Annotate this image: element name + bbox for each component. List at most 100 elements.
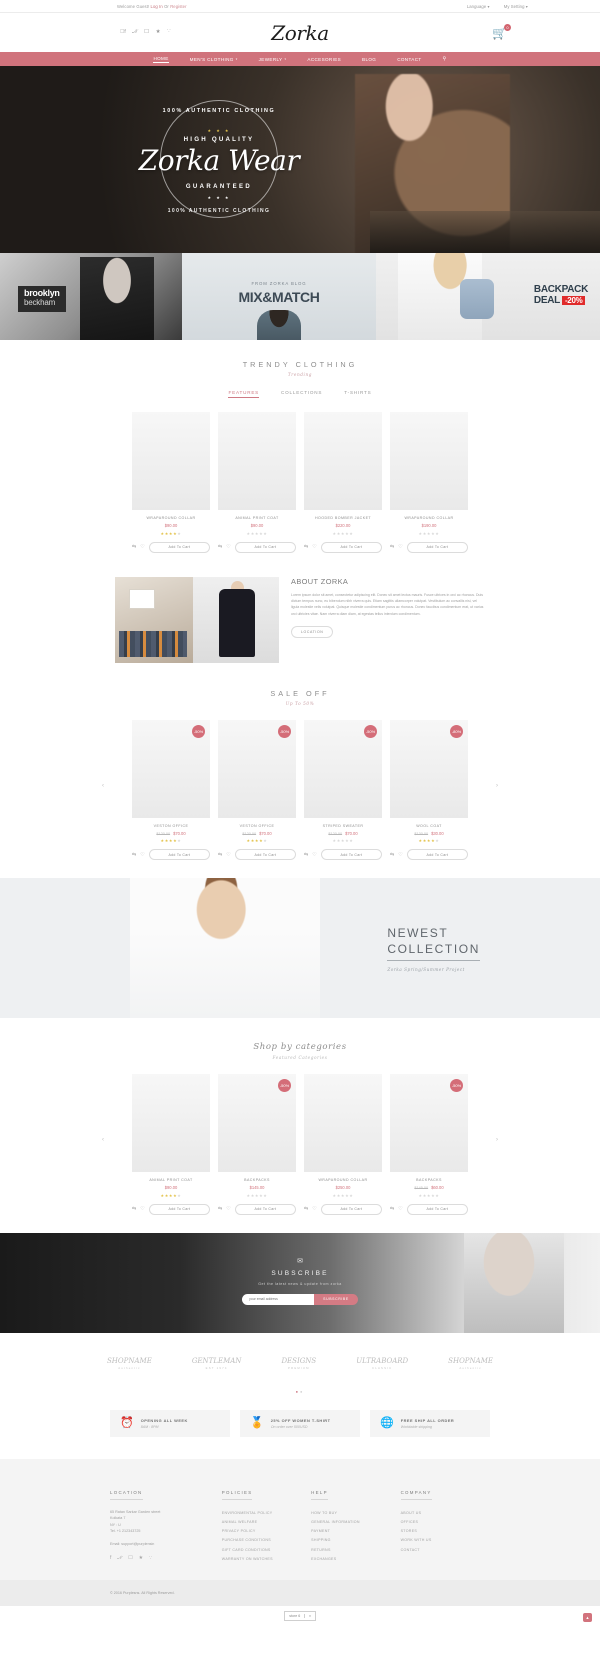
nav-item-men-s-clothing[interactable]: MEN'S CLOTHING ▾ <box>190 57 238 62</box>
brand-logo[interactable]: DESIGNS PREMIUM <box>281 1357 316 1370</box>
product-card[interactable]: WRAPAROUND COLLAR $250.00 ★★★★★ ⇆ ♡ Add To Ca… <box>304 1074 382 1215</box>
compare-icon[interactable]: ⇆ <box>304 1206 308 1212</box>
product-card[interactable]: -80% WOOL COAT $130.00 $30.00 ★★★★★ ⇆ ♡ Add To … <box>390 719 468 860</box>
nav-item-blog[interactable]: BLOG <box>362 57 376 62</box>
search-icon[interactable]: ⚲ <box>443 56 447 62</box>
add-to-cart-button[interactable]: Add To Cart <box>406 1203 468 1215</box>
footer-link[interactable]: PAYMENT <box>311 1527 400 1536</box>
brand-logo[interactable]: GENTLEMAN EST 1974 <box>192 1357 242 1370</box>
wishlist-heart-icon[interactable]: ♡ <box>226 544 230 550</box>
footer-link[interactable]: WARRANTY ON WATCHES <box>222 1555 311 1564</box>
nav-item-contact[interactable]: CONTACT <box>397 57 421 62</box>
categories-next-arrow[interactable]: › <box>496 1137 498 1143</box>
twitter-icon[interactable]: 𝒩 <box>132 29 137 36</box>
brand-carousel-dots[interactable]: ●● <box>0 1389 600 1402</box>
product-thumbnail[interactable]: -50% <box>218 1074 296 1172</box>
product-thumbnail[interactable]: -50% <box>218 719 296 818</box>
compare-icon[interactable]: ⇆ <box>132 544 136 550</box>
product-thumbnail[interactable]: -50% <box>304 719 382 818</box>
tab-features[interactable]: FEATURES <box>228 390 260 398</box>
product-card[interactable]: WRAPAROUND COLLAR $190.00 ★★★★★ ⇆ ♡ Add To Ca… <box>390 412 468 553</box>
categories-prev-arrow[interactable]: ‹ <box>102 1137 104 1143</box>
subscribe-submit-button[interactable]: SUBSCRIBE <box>314 1293 358 1305</box>
compare-icon[interactable]: ⇆ <box>390 852 394 858</box>
product-thumbnail[interactable] <box>132 412 210 510</box>
product-card[interactable]: -50% STRIPED SWEATER $120.00 $70.00 ★★★★★ ⇆ ♡ A… <box>304 719 382 860</box>
footer-link[interactable]: ABOUT US <box>401 1509 490 1518</box>
facebook-icon[interactable]: f <box>110 1555 111 1561</box>
add-to-cart-button[interactable]: Add To Cart <box>406 541 468 553</box>
product-card[interactable]: -50% BACKPACKS $145.00 $60.00 ★★★★★ ⇆ ♡ Add To … <box>390 1074 468 1215</box>
saleoff-next-arrow[interactable]: › <box>496 783 498 789</box>
footer-link[interactable]: CONTACT <box>401 1546 490 1555</box>
wishlist-heart-icon[interactable]: ♡ <box>226 852 230 858</box>
vk-icon[interactable]: ★ <box>139 1555 143 1561</box>
add-to-cart-button[interactable]: Add To Cart <box>234 1203 296 1215</box>
compare-icon[interactable]: ⇆ <box>390 1206 394 1212</box>
tab-t-shirts[interactable]: T-SHIRTS <box>344 390 371 398</box>
carousel-dot[interactable]: ● <box>300 1389 304 1394</box>
wishlist-heart-icon[interactable]: ♡ <box>140 1206 144 1212</box>
compare-icon[interactable]: ⇆ <box>390 544 394 550</box>
add-to-cart-button[interactable]: Add To Cart <box>148 849 210 860</box>
product-card[interactable]: ANIMAL PRINT COAT $90.00 ★★★★★ ⇆ ♡ Add To Car… <box>132 1074 210 1215</box>
nav-item-jewerly[interactable]: JEWERLY ▾ <box>259 57 287 62</box>
compare-icon[interactable]: ⇆ <box>304 544 308 550</box>
product-thumbnail[interactable]: -50% <box>132 719 210 818</box>
add-to-cart-button[interactable]: Add To Cart <box>320 541 382 553</box>
brand-logo[interactable]: SHOPNAME Authentic <box>107 1357 152 1370</box>
product-thumbnail[interactable]: -50% <box>390 1074 468 1172</box>
footer-link[interactable]: WORK WITH US <box>401 1536 490 1545</box>
instagram-icon[interactable]: ☐ <box>144 29 149 36</box>
promo-banner-mixmatch[interactable]: FROM ZORKA BLOG MIX&MATCH <box>182 253 376 340</box>
compare-icon[interactable]: ⇆ <box>218 544 222 550</box>
behance-icon[interactable]: ∵ <box>167 29 171 36</box>
wishlist-heart-icon[interactable]: ♡ <box>140 852 144 858</box>
product-thumbnail[interactable] <box>304 1074 382 1172</box>
product-card[interactable]: -50% BACKPACKS $145.00 ★★★★★ ⇆ ♡ Add To Cart <box>218 1074 296 1215</box>
wishlist-heart-icon[interactable]: ♡ <box>312 852 316 858</box>
wishlist-heart-icon[interactable]: ♡ <box>312 1206 316 1212</box>
nav-item-accesories[interactable]: ACCESORIES <box>307 57 341 62</box>
footer-link[interactable]: STORES <box>401 1527 490 1536</box>
product-card[interactable]: -50% VESTON OFFICE $120.00 $70.00 ★★★★★ ⇆ ♡ Add… <box>218 719 296 860</box>
wishlist-heart-icon[interactable]: ♡ <box>398 1206 402 1212</box>
add-to-cart-button[interactable]: Add To Cart <box>320 849 382 860</box>
wishlist-heart-icon[interactable]: ♡ <box>398 544 402 550</box>
nav-item-home[interactable]: HOME <box>153 56 169 63</box>
footer-link[interactable]: SHIPPING <box>311 1536 400 1545</box>
wishlist-heart-icon[interactable]: ♡ <box>398 852 402 858</box>
product-thumbnail[interactable] <box>218 412 296 510</box>
register-link[interactable]: Register <box>170 4 186 9</box>
add-to-cart-button[interactable]: Add To Cart <box>234 849 296 860</box>
footer-link[interactable]: ENVIRONMENTAL POLICY <box>222 1509 311 1518</box>
wishlist-heart-icon[interactable]: ♡ <box>312 544 316 550</box>
wishlist-heart-icon[interactable]: ♡ <box>226 1206 230 1212</box>
add-to-cart-button[interactable]: Add To Cart <box>148 1203 210 1215</box>
behance-icon[interactable]: ∵ <box>149 1555 152 1561</box>
cart-button[interactable]: 🛒 0 <box>492 23 511 41</box>
footer-link[interactable]: GIFT CARD CONDITIONS <box>222 1546 311 1555</box>
add-to-cart-button[interactable]: Add To Cart <box>320 1203 382 1215</box>
compare-icon[interactable]: ⇆ <box>132 852 136 858</box>
product-card[interactable]: ANIMAL PRINT COAT $90.00 ★★★★★ ⇆ ♡ Add To Car… <box>218 412 296 553</box>
footer-email[interactable]: Email: support@purplensin <box>110 1542 222 1546</box>
footer-link[interactable]: OFFICES <box>401 1518 490 1527</box>
product-thumbnail[interactable]: -80% <box>390 719 468 818</box>
product-thumbnail[interactable] <box>390 412 468 510</box>
twitter-icon[interactable]: 𝒩 <box>117 1555 122 1561</box>
add-to-cart-button[interactable]: Add To Cart <box>148 541 210 553</box>
compare-icon[interactable]: ⇆ <box>304 852 308 858</box>
footer-link[interactable]: EXCHANGES <box>311 1555 400 1564</box>
tab-collections[interactable]: COLLECTIONS <box>281 390 322 398</box>
about-location-button[interactable]: LOCATION <box>291 626 334 639</box>
saleoff-prev-arrow[interactable]: ‹ <box>102 783 104 789</box>
instagram-icon[interactable]: ☐ <box>128 1555 132 1561</box>
subscribe-email-input[interactable] <box>242 1293 315 1305</box>
back-to-top-button[interactable]: ▲ <box>583 1612 592 1622</box>
footer-link[interactable]: RETURNS <box>311 1546 400 1555</box>
vk-icon[interactable]: ★ <box>156 29 161 36</box>
add-to-cart-button[interactable]: Add To Cart <box>234 541 296 553</box>
facebook-icon[interactable]: f <box>120 29 126 36</box>
store-selector[interactable]: store 6 ▾ <box>284 1610 316 1621</box>
